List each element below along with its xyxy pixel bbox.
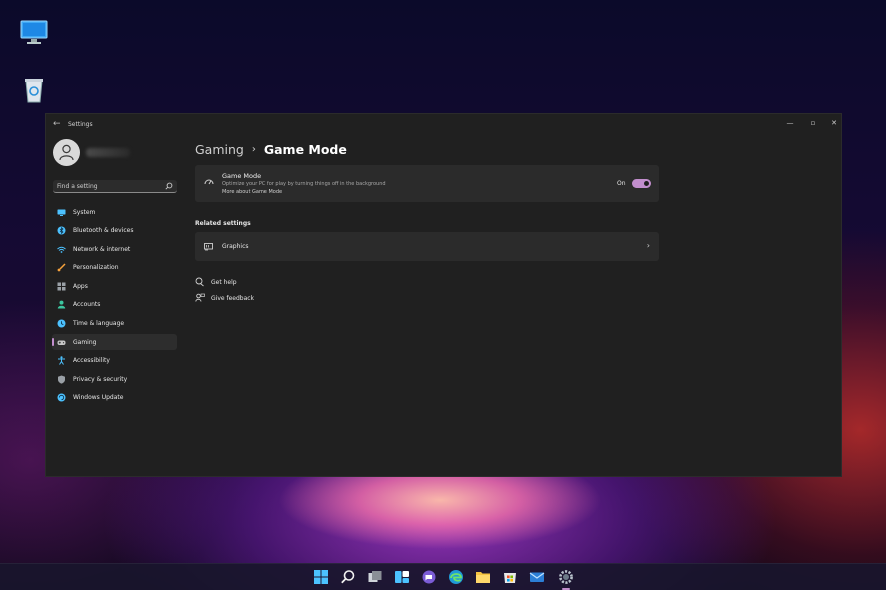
gamepad-icon — [57, 340, 66, 345]
accessibility-icon — [58, 356, 65, 366]
person-avatar-icon — [59, 144, 74, 161]
apps-icon — [57, 282, 66, 291]
sidebar-item-time-language[interactable]: Time & language — [52, 316, 177, 332]
edge-browser-icon[interactable] — [448, 569, 464, 585]
breadcrumb: Gaming › Game Mode — [195, 140, 661, 158]
breadcrumb-parent[interactable]: Gaming — [195, 142, 244, 157]
toggle-state-label: On — [617, 180, 626, 187]
sidebar-nav: System Bluetooth & devices Network & int… — [52, 204, 177, 409]
sidebar-item-network[interactable]: Network & internet — [52, 241, 177, 257]
file-explorer-icon[interactable] — [475, 569, 491, 585]
search-input[interactable] — [57, 181, 157, 192]
game-mode-toggle[interactable] — [632, 179, 651, 188]
graphics-settings-card[interactable]: Graphics › — [195, 232, 659, 261]
person-icon — [57, 301, 66, 309]
chevron-right-icon: › — [646, 241, 650, 250]
feedback-icon — [195, 293, 205, 302]
get-help-link[interactable]: Get help — [195, 277, 237, 287]
graphics-card-icon — [204, 243, 213, 251]
main-content: Gaming › Game Mode Game Mode Optimize yo… — [195, 140, 661, 302]
search-box[interactable] — [53, 180, 177, 193]
sidebar-item-system[interactable]: System — [52, 204, 177, 220]
recycle-bin-desktop-icon[interactable] — [19, 74, 49, 104]
related-settings-heading: Related settings — [195, 220, 251, 227]
speedometer-icon — [204, 179, 214, 185]
more-about-game-mode-link[interactable]: More about Game Mode — [222, 189, 282, 195]
search-taskbar-icon[interactable] — [340, 569, 356, 585]
windows-start-icon[interactable] — [313, 569, 329, 585]
search-icon[interactable] — [165, 182, 173, 190]
bluetooth-icon — [57, 226, 66, 235]
sidebar-item-personalization[interactable]: Personalization — [52, 260, 177, 276]
shield-icon — [58, 375, 65, 384]
sidebar-item-bluetooth[interactable]: Bluetooth & devices — [52, 223, 177, 239]
wifi-icon — [57, 246, 66, 253]
sidebar-item-apps[interactable]: Apps — [52, 278, 177, 294]
microsoft-store-icon[interactable] — [502, 569, 518, 585]
mail-icon[interactable] — [529, 569, 545, 585]
close-button[interactable]: ✕ — [827, 117, 841, 129]
help-chat-icon — [195, 277, 204, 287]
minimize-button[interactable]: — — [783, 117, 797, 129]
blurred-username — [86, 148, 130, 157]
sidebar-item-privacy-security[interactable]: Privacy & security — [52, 371, 177, 387]
settings-window: ← Settings — ▫ ✕ System Bluetooth & devi… — [45, 113, 842, 477]
window-title: Settings — [68, 121, 93, 128]
game-mode-card: Game Mode Optimize your PC for play by t… — [195, 165, 659, 202]
give-feedback-link[interactable]: Give feedback — [195, 293, 254, 303]
sidebar-item-gaming[interactable]: Gaming — [52, 334, 177, 351]
breadcrumb-separator: › — [251, 143, 256, 155]
maximize-button[interactable]: ▫ — [806, 117, 820, 129]
sidebar-item-windows-update[interactable]: Windows Update — [52, 390, 177, 406]
task-view-icon[interactable] — [367, 569, 383, 585]
globe-clock-icon — [57, 319, 66, 328]
title-bar: ← Settings — ▫ ✕ — [46, 114, 841, 136]
monitor-icon — [57, 209, 66, 216]
page-title: Game Mode — [263, 141, 347, 157]
taskbar — [0, 563, 886, 590]
sidebar-item-accessibility[interactable]: Accessibility — [52, 353, 177, 369]
this-pc-desktop-icon[interactable] — [19, 18, 49, 48]
settings-gear-icon[interactable] — [558, 569, 574, 585]
avatar[interactable] — [53, 139, 80, 166]
game-mode-description: Optimize your PC for play by turning thi… — [222, 181, 386, 187]
widgets-icon[interactable] — [394, 569, 410, 585]
sidebar-item-accounts[interactable]: Accounts — [52, 297, 177, 313]
game-mode-title: Game Mode — [222, 172, 262, 180]
back-arrow-icon[interactable]: ← — [53, 119, 63, 129]
brush-icon — [57, 263, 66, 272]
update-icon — [57, 393, 66, 402]
teams-chat-icon[interactable] — [421, 569, 437, 585]
graphics-label: Graphics — [222, 243, 249, 250]
